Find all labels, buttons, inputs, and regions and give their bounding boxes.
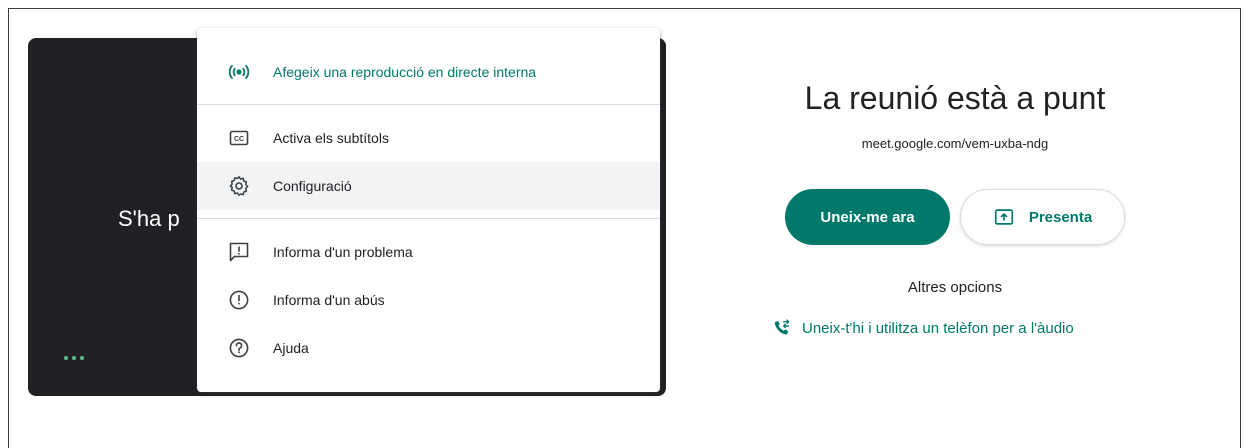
more-options-menu: Afegeix una reproducció en directe inter…: [197, 28, 660, 392]
join-by-phone-label: Uneix-t'hi i utilitza un telèfon per a l…: [802, 319, 1074, 337]
phone-forward-icon: [772, 318, 792, 338]
join-by-phone-link[interactable]: Uneix-t'hi i utilitza un telèfon per a l…: [772, 318, 1074, 338]
menu-divider: [197, 218, 660, 219]
menu-item-label: Configuració: [273, 178, 352, 194]
svg-text:CC: CC: [234, 136, 244, 143]
menu-item-report-problem[interactable]: Informa d'un problema: [197, 228, 660, 276]
menu-divider: [197, 104, 660, 105]
help-icon: [227, 336, 251, 360]
present-button[interactable]: Presenta: [960, 189, 1125, 245]
menu-item-label: Activa els subtítols: [273, 130, 389, 146]
report-abuse-icon: [227, 288, 251, 312]
feedback-icon: [227, 240, 251, 264]
menu-item-label: Informa d'un problema: [273, 244, 413, 260]
menu-item-help[interactable]: Ajuda: [197, 324, 660, 372]
page-title: La reunió està a punt: [804, 80, 1106, 116]
live-stream-icon: [227, 60, 251, 84]
menu-item-report-abuse[interactable]: Informa d'un abús: [197, 276, 660, 324]
menu-item-settings[interactable]: Configuració: [197, 162, 660, 210]
more-options-icon[interactable]: [64, 356, 84, 360]
other-options-heading: Altres opcions: [907, 279, 1003, 296]
menu-item-captions[interactable]: CC Activa els subtítols: [197, 114, 660, 162]
closed-captions-icon: CC: [227, 126, 251, 150]
menu-item-label: Ajuda: [273, 340, 309, 356]
join-now-button[interactable]: Uneix-me ara: [785, 189, 950, 245]
menu-item-label: Informa d'un abús: [273, 292, 385, 308]
meeting-url: meet.google.com/vem-uxba-ndg: [861, 136, 1049, 151]
preview-status-text: S'ha p: [118, 206, 180, 231]
menu-item-label: Afegeix una reproducció en directe inter…: [273, 64, 537, 80]
present-icon: [993, 206, 1015, 228]
menu-item-live-stream[interactable]: Afegeix una reproducció en directe inter…: [197, 48, 660, 96]
settings-icon: [227, 174, 251, 198]
present-button-label: Presenta: [1028, 208, 1093, 226]
